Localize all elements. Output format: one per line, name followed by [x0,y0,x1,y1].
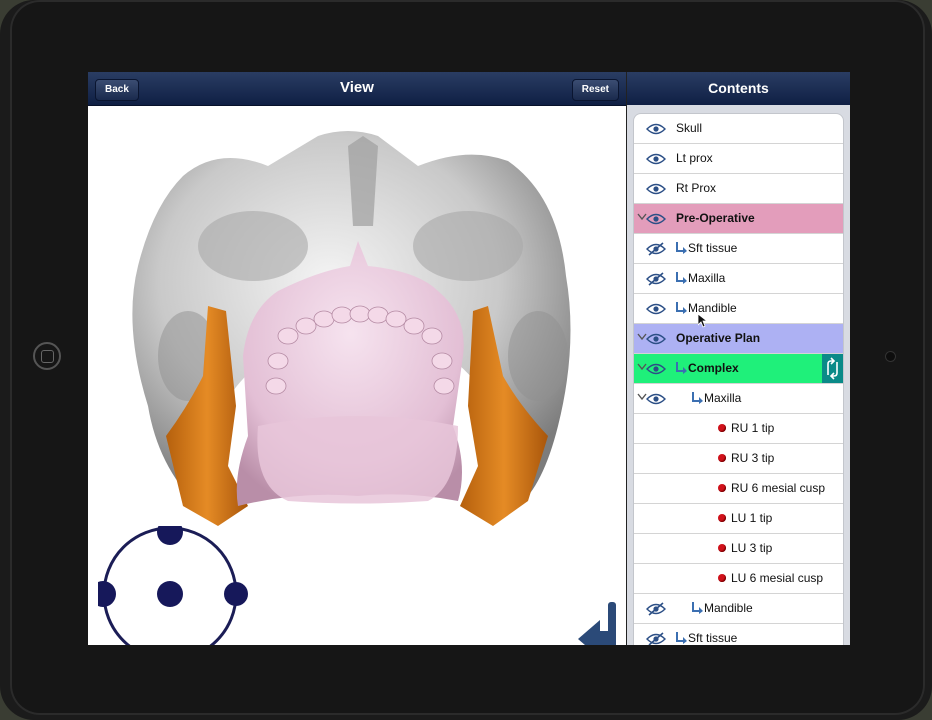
list-item-rt-prox[interactable]: Rt Prox [634,174,843,204]
list-item-text: Sft tissue [688,241,738,255]
list-item-text: Mandible [704,601,753,615]
list-item-label: LU 1 tip [718,504,772,533]
list-item-label: LU 3 tip [718,534,772,563]
contents-navbar: Contents [627,72,850,105]
reset-button[interactable]: Reset [571,79,619,101]
landmark-lu-1-tip[interactable]: LU 1 tip [634,504,843,534]
home-button[interactable] [33,342,61,370]
joystick-center-handle[interactable] [157,581,183,607]
landmark-lu-3-tip[interactable]: LU 3 tip [634,534,843,564]
list-item-text: RU 3 tip [731,451,775,465]
list-item-maxilla[interactable]: Maxilla [634,264,843,294]
landmark-lu-6-mesial-cusp[interactable]: LU 6 mesial cusp [634,564,843,594]
child-arrow-icon [676,302,687,314]
contents-title: Contents [708,80,769,96]
list-item-text: Maxilla [704,391,742,405]
child-arrow-icon [692,392,703,404]
list-item-mandible-plan[interactable]: Mandible [634,594,843,624]
landmark-ru-6-mesial-cusp[interactable]: RU 6 mesial cusp [634,474,843,504]
list-item-label: RU 1 tip [718,414,774,443]
landmark-dot-icon [718,514,726,522]
list-item-label: Complex [676,354,739,383]
child-arrow-icon [676,272,687,284]
list-item-sft-tissue-plan[interactable]: Sft tissue [634,624,843,645]
landmark-dot-icon [718,574,726,582]
contents-panel: Skull Lt prox Rt Prox Pre-Operative Sft … [627,105,850,645]
list-item-skull[interactable]: Skull [634,114,843,144]
list-item-label: RU 3 tip [718,444,774,473]
list-item-lt-prox[interactable]: Lt prox [634,144,843,174]
list-item-label: Sft tissue [676,234,737,263]
landmark-ru-3-tip[interactable]: RU 3 tip [634,444,843,474]
list-item-label: Sft tissue [676,624,737,645]
3d-viewport[interactable] [88,106,626,645]
eye-icon[interactable] [646,392,666,406]
list-item-label: LU 6 mesial cusp [718,564,823,593]
list-item-text: LU 6 mesial cusp [731,571,824,585]
list-item-text: RU 6 mesial cusp [731,481,826,495]
child-arrow-icon [692,602,703,614]
eye-hidden-icon[interactable] [646,632,666,645]
cycle-button[interactable] [822,354,843,383]
list-item-label: Skull [676,121,703,135]
landmark-dot-icon [718,484,726,492]
list-item-text: RU 1 tip [731,421,775,435]
eye-icon[interactable] [646,182,666,196]
list-item-text: Sft tissue [688,631,738,645]
landmark-dot-icon [718,424,726,432]
joystick-left-handle[interactable] [98,581,116,607]
list-item-label: RU 6 mesial cusp [718,474,825,503]
list-item-label: Maxilla [676,264,725,293]
landmark-dot-icon [718,454,726,462]
collapse-panel-arrow-icon[interactable] [578,602,620,645]
list-item-operative-plan[interactable]: Operative Plan [634,324,843,354]
list-item-label: Pre-Operative [676,211,755,225]
eye-icon[interactable] [646,152,666,166]
app-screen: Back View Reset Contents Skull Lt prox R… [88,72,850,645]
list-item-text: Mandible [688,301,737,315]
joystick-up-handle[interactable] [157,526,183,545]
list-item-text: LU 3 tip [731,541,773,555]
child-arrow-icon [676,632,687,644]
list-item-label: Operative Plan [676,331,761,345]
joystick-right-handle[interactable] [224,582,248,606]
eye-icon[interactable] [646,122,666,136]
mouse-cursor-icon [698,314,708,328]
list-item-label: Rt Prox [676,181,717,195]
eye-icon[interactable] [646,302,666,316]
cycle-icon [827,357,838,380]
eye-hidden-icon[interactable] [646,242,666,256]
camera-icon [886,352,895,361]
view-navbar: Back View Reset [88,72,626,106]
list-item-text: LU 1 tip [731,511,773,525]
eye-icon[interactable] [646,332,666,346]
list-item-label: Mandible [692,594,753,623]
eye-hidden-icon[interactable] [646,272,666,286]
list-item-mandible[interactable]: Mandible [634,294,843,324]
list-item-pre-operative[interactable]: Pre-Operative [634,204,843,234]
child-arrow-icon [676,242,687,254]
eye-icon[interactable] [646,212,666,226]
landmark-ru-1-tip[interactable]: RU 1 tip [634,414,843,444]
list-item-label: Lt prox [676,151,713,165]
view-title: View [340,79,374,96]
list-item-text: Complex [688,361,739,375]
contents-list: Skull Lt prox Rt Prox Pre-Operative Sft … [634,114,843,645]
eye-icon[interactable] [646,362,666,376]
list-item-label: Maxilla [692,384,741,413]
landmark-dot-icon [718,544,726,552]
list-item-sft-tissue[interactable]: Sft tissue [634,234,843,264]
child-arrow-icon [676,362,687,374]
list-item-maxilla-plan[interactable]: Maxilla [634,384,843,414]
list-item-text: Maxilla [688,271,726,285]
orbit-joystick[interactable] [98,526,258,645]
list-item-complex[interactable]: Complex [634,354,843,384]
eye-hidden-icon[interactable] [646,602,666,616]
